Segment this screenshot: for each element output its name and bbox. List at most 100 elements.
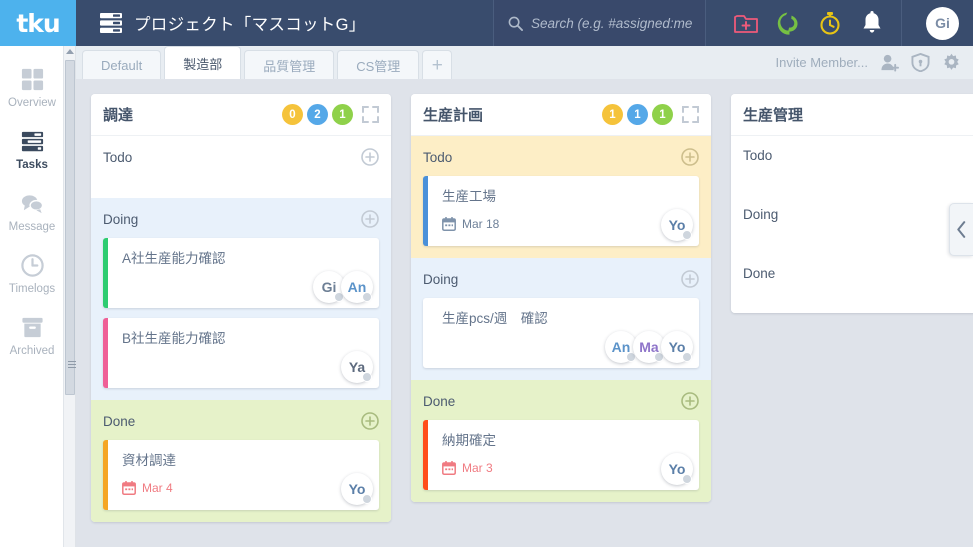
card-avatars: Gi An [313,271,373,303]
column-header: 調達 0 2 1 [91,94,391,136]
status-badge-done[interactable]: 1 [332,104,353,125]
invite-member-button[interactable]: Invite Member... [776,55,868,70]
sidebar-item-timelogs[interactable]: Timelogs [0,250,64,295]
board-column: 生産計画 1 1 1 Todo 生産工場 Mar 18 Yo Doing 生産p… [411,94,711,502]
avatar[interactable]: An [341,271,373,303]
lane-title: Doing [423,271,459,287]
add-card-icon[interactable] [361,210,379,228]
avatar[interactable]: Yo [341,473,373,505]
lane-header: Done [91,400,391,440]
plus-icon: + [431,54,443,76]
lane-title: Doing [743,207,779,222]
chat-bubble-icon [20,188,45,218]
server-stack-icon[interactable] [100,13,122,33]
column-header: 生産管理 [731,94,973,136]
lane-body[interactable] [731,291,973,313]
card-title: 生産pcs/週 確認 [442,311,548,326]
tab-seizobu[interactable]: 製造部 [164,46,242,79]
column-title: 調達 [103,107,134,124]
task-card[interactable]: 生産工場 Mar 18 Yo [423,176,699,246]
add-card-icon[interactable] [361,148,379,166]
new-project-icon[interactable] [733,10,759,36]
task-card[interactable]: 納期確定 Mar 3 Yo [423,420,699,490]
sidebar-item-tasks[interactable]: Tasks [0,126,64,171]
add-tab-button[interactable]: + [422,50,453,79]
status-badge-doing[interactable]: 1 [627,104,648,125]
status-badge-todo[interactable]: 1 [602,104,623,125]
lane-body[interactable] [91,176,391,198]
sidebar-item-archived[interactable]: Archived [0,312,64,357]
avatar[interactable]: Ya [341,351,373,383]
lane-body[interactable] [731,232,973,254]
task-card[interactable]: A社生産能力確認 Gi An [103,238,379,308]
status-badge-todo[interactable]: 0 [282,104,303,125]
avatar[interactable]: Yo [661,453,693,485]
lane-title: Done [743,266,776,281]
lane-body: 納期確定 Mar 3 Yo [411,420,711,502]
wrench-icon[interactable] [775,10,801,36]
grid-icon [20,64,45,94]
sidebar-item-overview[interactable]: Overview [0,64,64,109]
status-badge-doing[interactable]: 2 [307,104,328,125]
lane-header: Doing [91,198,391,238]
tab-default[interactable]: Default [82,50,162,79]
search-bar[interactable] [493,0,706,46]
sidebar-item-message[interactable]: Message [0,188,64,233]
avatar-initial-1: Yo [668,339,686,355]
lane-body: 資材調達 Mar 4 Yo [91,440,391,522]
avatar-initial-1: Gi [321,279,337,295]
scroll-up-arrow[interactable] [66,49,74,54]
avatar-initial-1: An [611,339,631,355]
card-due-date: Mar 3 [442,460,687,475]
sidebar-item-label: Timelogs [8,283,56,295]
status-badge-done[interactable]: 1 [652,104,673,125]
gear-icon[interactable] [942,53,961,72]
search-icon [508,16,523,31]
kanban-board: 調達 0 2 1 Todo Doing A社生産能力確認 Gi An B社生産能… [76,79,973,547]
lane-title: Todo [743,148,773,163]
add-card-icon[interactable] [681,270,699,288]
avatar[interactable]: Yo [661,209,693,241]
bell-icon[interactable] [859,10,885,36]
board-column: 生産管理 Todo Doing Done [731,94,973,313]
lane-body[interactable] [731,173,973,195]
avatar[interactable]: Yo [661,331,693,363]
lane-done: Done [731,254,973,313]
task-card[interactable]: 生産pcs/週 確認 An Ma Yo [423,298,699,368]
tab-bar-actions: Invite Member... [776,46,973,79]
search-input[interactable] [531,15,696,31]
avatar-initial-1: Yo [348,481,366,497]
shield-icon[interactable] [911,52,930,73]
due-date-label: Mar 18 [462,216,500,231]
clock-icon [20,250,45,280]
tab-bar: Default 製造部 品質管理 CS管理 + Invite Member... [76,46,973,79]
column-badges: 1 1 1 [602,104,673,125]
card-title: 納期確定 [442,433,496,448]
sidebar-item-label: Message [8,221,56,233]
expand-icon[interactable] [362,106,379,123]
add-person-icon[interactable] [880,53,899,72]
lane-todo: Todo 生産工場 Mar 18 Yo [411,136,711,258]
add-card-icon[interactable] [681,392,699,410]
avatar[interactable]: Gi [926,6,959,40]
column-badges: 0 2 1 [282,104,353,125]
header-divider [901,0,902,46]
tab-hinshitsu-kanri[interactable]: 品質管理 [244,50,335,79]
task-card[interactable]: B社生産能力確認 Ya [103,318,379,388]
task-card[interactable]: 資材調達 Mar 4 Yo [103,440,379,510]
lane-todo: Todo [91,136,391,198]
stopwatch-icon[interactable] [817,10,843,36]
scroll-thumb[interactable] [65,60,76,395]
tab-cs-kanri[interactable]: CS管理 [337,50,420,79]
lane-title: Done [103,413,136,429]
lane-header: Doing [411,258,711,298]
sidebar-item-label: Overview [8,97,56,109]
tab-label: Default [101,57,143,73]
sidebar-scrollbar[interactable] [64,46,76,547]
app-logo[interactable]: tku [0,0,76,46]
expand-icon[interactable] [682,106,699,123]
add-card-icon[interactable] [361,412,379,430]
lane-header: Doing [731,195,973,232]
collapse-panel-handle[interactable] [949,203,973,256]
add-card-icon[interactable] [681,148,699,166]
